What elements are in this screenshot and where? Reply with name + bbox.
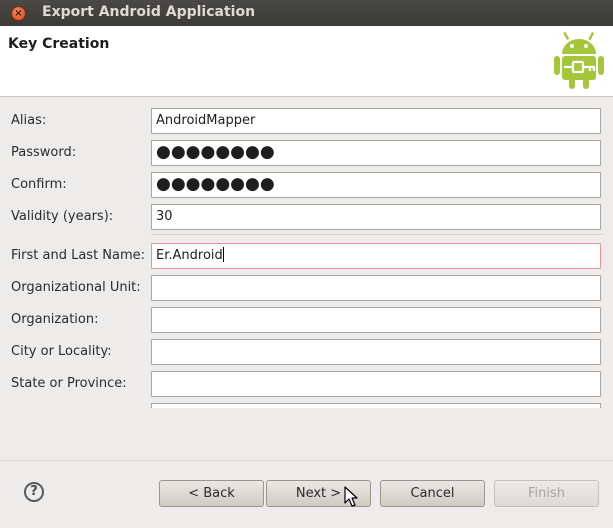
finish-button[interactable]: Finish xyxy=(494,480,599,507)
organization-label: Organization: xyxy=(11,312,99,327)
cancel-button[interactable]: Cancel xyxy=(380,480,485,507)
footer-divider xyxy=(0,460,613,461)
page-title: Key Creation xyxy=(8,36,110,52)
password-label: Password: xyxy=(11,145,77,160)
name-value: Er.Android xyxy=(156,248,223,263)
validity-row: Validity (years): 30 xyxy=(0,204,613,232)
title-bar: × Export Android Application xyxy=(0,0,613,26)
wizard-header: Key Creation xyxy=(0,26,613,97)
alias-label: Alias: xyxy=(11,113,47,128)
country-input-partial[interactable] xyxy=(151,403,601,408)
close-window-button[interactable]: × xyxy=(11,6,26,21)
city-label: City or Locality: xyxy=(11,344,112,359)
confirm-row: Confirm: ●●●●●●●● xyxy=(0,172,613,200)
name-label: First and Last Name: xyxy=(11,248,146,263)
state-input[interactable] xyxy=(151,371,601,397)
organizational-unit-input[interactable] xyxy=(151,275,601,301)
state-label: State or Province: xyxy=(11,376,127,391)
city-row: City or Locality: xyxy=(0,339,613,367)
form-separator xyxy=(151,234,603,235)
text-caret xyxy=(222,247,224,262)
back-button[interactable]: < Back xyxy=(159,480,264,507)
name-row: First and Last Name: Er.Android xyxy=(0,243,613,271)
validity-label: Validity (years): xyxy=(11,209,114,224)
key-form: Alias: AndroidMapper Password: ●●●●●●●● … xyxy=(0,97,613,408)
alias-input[interactable]: AndroidMapper xyxy=(151,108,601,134)
window-title: Export Android Application xyxy=(42,4,256,20)
validity-input[interactable]: 30 xyxy=(151,204,601,230)
confirm-input[interactable]: ●●●●●●●● xyxy=(151,172,601,198)
first-last-name-input[interactable]: Er.Android xyxy=(151,243,601,269)
unit-row: Organizational Unit: xyxy=(0,275,613,303)
alias-row: Alias: AndroidMapper xyxy=(0,108,613,136)
password-row: Password: ●●●●●●●● xyxy=(0,140,613,168)
organization-row: Organization: xyxy=(0,307,613,335)
android-robot-icon xyxy=(554,31,604,89)
organization-input[interactable] xyxy=(151,307,601,333)
help-icon[interactable]: ? xyxy=(24,482,44,502)
unit-label: Organizational Unit: xyxy=(11,280,141,295)
confirm-label: Confirm: xyxy=(11,177,67,192)
state-row: State or Province: xyxy=(0,371,613,399)
city-input[interactable] xyxy=(151,339,601,365)
password-input[interactable]: ●●●●●●●● xyxy=(151,140,601,166)
mouse-pointer-icon xyxy=(344,486,358,507)
